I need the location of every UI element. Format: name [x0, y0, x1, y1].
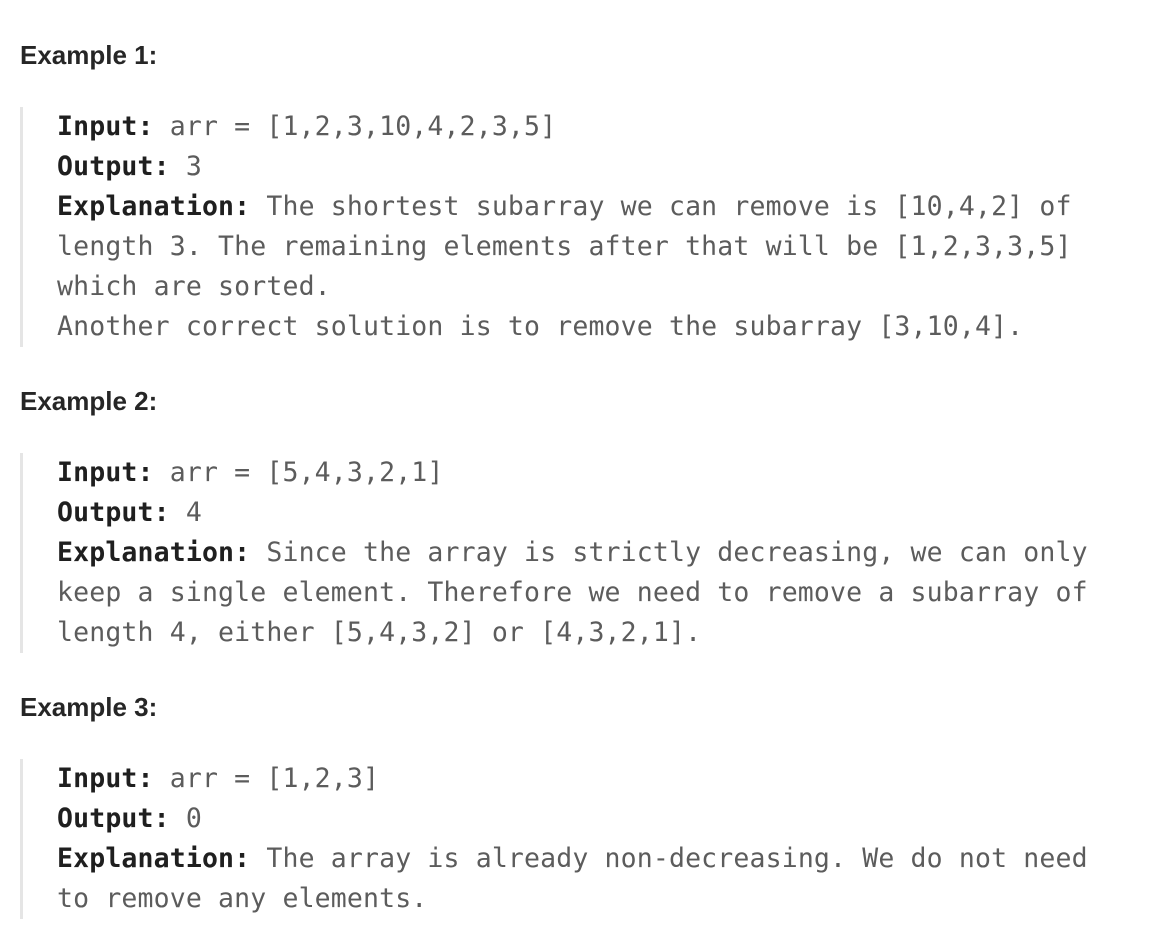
example-1-input-line: Input: arr = [1,2,3,10,4,2,3,5] [57, 107, 1150, 147]
explanation-text: length 3. The remaining elements after t… [57, 231, 1072, 262]
example-2-block: Input: arr = [5,4,3,2,1] Output: 4 Expla… [20, 453, 1150, 653]
input-label: Input: [57, 457, 154, 488]
problem-examples: Example 1: Input: arr = [1,2,3,10,4,2,3,… [0, 0, 1160, 942]
explanation-label: Explanation: [57, 537, 251, 568]
example-3-explanation-line: Explanation: The array is already non-de… [57, 839, 1150, 879]
explanation-text: to remove any elements. [57, 883, 428, 914]
example-3-heading: Example 3: [20, 692, 158, 722]
input-value: arr = [1,2,3] [153, 763, 380, 794]
example-3-input-line: Input: arr = [1,2,3] [57, 759, 1150, 799]
example-2-input-line: Input: arr = [5,4,3,2,1] [57, 453, 1150, 493]
input-value: arr = [1,2,3,10,4,2,3,5] [153, 111, 557, 142]
example-1-block: Input: arr = [1,2,3,10,4,2,3,5] Output: … [20, 107, 1150, 347]
input-label: Input: [57, 111, 154, 142]
explanation-label: Explanation: [57, 191, 251, 222]
input-label: Input: [57, 763, 154, 794]
output-label: Output: [57, 497, 170, 528]
example-3-output-line: Output: 0 [57, 799, 1150, 839]
output-value: 4 [169, 497, 202, 528]
example-1-explanation-line: Explanation: The shortest subarray we ca… [57, 187, 1150, 227]
explanation-label: Explanation: [57, 843, 251, 874]
output-label: Output: [57, 803, 170, 834]
explanation-text: Another correct solution is to remove th… [57, 311, 1024, 342]
example-1-heading: Example 1: [20, 40, 158, 70]
explanation-text: which are sorted. [57, 271, 331, 302]
example-2-heading: Example 2: [20, 386, 158, 416]
explanation-text: keep a single element. Therefore we need… [57, 577, 1088, 608]
explanation-text: The array is already non-decreasing. We … [250, 843, 1088, 874]
explanation-text: Since the array is strictly decreasing, … [250, 537, 1088, 568]
explanation-text: The shortest subarray we can remove is [… [250, 191, 1072, 222]
output-value: 3 [169, 151, 202, 182]
example-1-output-line: Output: 3 [57, 147, 1150, 187]
output-value: 0 [169, 803, 202, 834]
example-2-explanation-line: Explanation: Since the array is strictly… [57, 533, 1150, 573]
explanation-text: length 4, either [5,4,3,2] or [4,3,2,1]. [57, 617, 702, 648]
example-2-output-line: Output: 4 [57, 493, 1150, 533]
input-value: arr = [5,4,3,2,1] [153, 457, 444, 488]
example-3-block: Input: arr = [1,2,3] Output: 0 Explanati… [20, 759, 1150, 919]
output-label: Output: [57, 151, 170, 182]
